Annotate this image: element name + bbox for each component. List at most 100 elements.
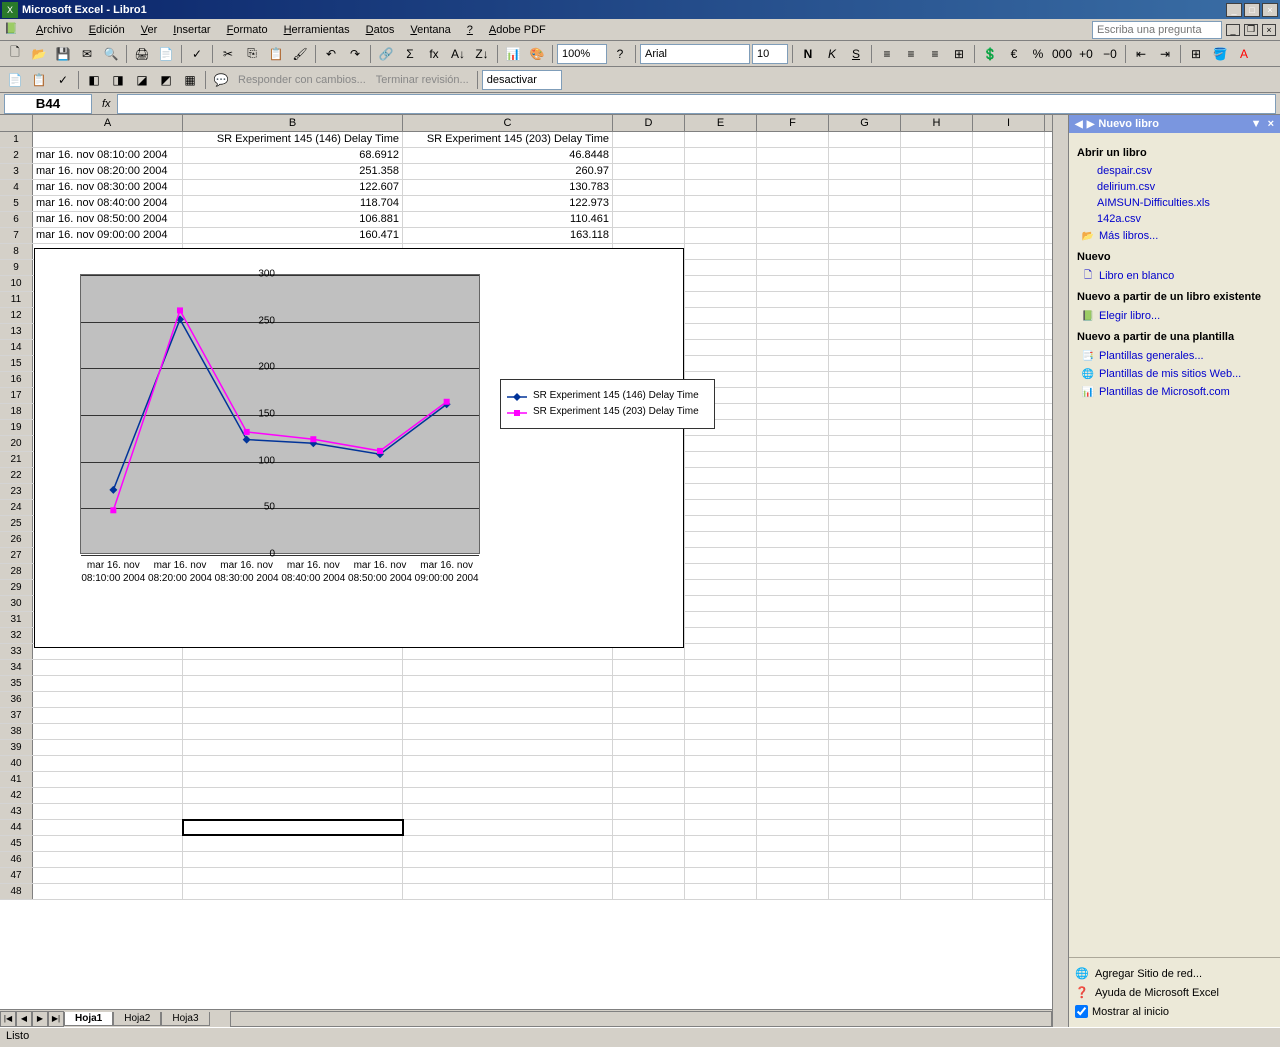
tp-recent-file[interactable]: 142a.csv (1077, 211, 1272, 227)
cell[interactable]: mar 16. nov 08:10:00 2004 (33, 148, 183, 163)
cell[interactable] (183, 852, 403, 867)
cell[interactable] (757, 420, 829, 435)
cell[interactable]: 160.471 (183, 228, 403, 243)
cell[interactable] (973, 788, 1045, 803)
cell[interactable] (183, 708, 403, 723)
align-right-icon[interactable]: ≡ (924, 43, 946, 65)
cell[interactable]: 163.118 (403, 228, 613, 243)
action-combo[interactable] (482, 70, 562, 90)
cell[interactable] (757, 244, 829, 259)
cell[interactable] (829, 676, 901, 691)
cell[interactable] (901, 820, 973, 835)
cell[interactable] (613, 692, 685, 707)
cell[interactable] (757, 276, 829, 291)
cell[interactable] (973, 644, 1045, 659)
row-header[interactable]: 33 (0, 644, 33, 659)
menu-herramientas[interactable]: Herramientas (276, 22, 358, 38)
cell[interactable] (685, 500, 757, 515)
row-header[interactable]: 47 (0, 868, 33, 883)
tp-add-network[interactable]: 🌐Agregar Sitio de red... (1075, 964, 1274, 983)
cell[interactable] (829, 148, 901, 163)
cell[interactable] (901, 148, 973, 163)
cell[interactable] (685, 596, 757, 611)
col-header-D[interactable]: D (613, 115, 685, 131)
cell[interactable] (403, 868, 613, 883)
copy-icon[interactable]: ⎘ (241, 43, 263, 65)
cell[interactable] (757, 340, 829, 355)
cell[interactable] (183, 836, 403, 851)
cell[interactable] (403, 788, 613, 803)
cell[interactable] (829, 820, 901, 835)
cell[interactable] (757, 356, 829, 371)
row-header[interactable]: 13 (0, 324, 33, 339)
cell[interactable] (829, 612, 901, 627)
tb2-icon-4[interactable]: ◧ (83, 69, 105, 91)
font-combo[interactable] (640, 44, 750, 64)
row-header[interactable]: 6 (0, 212, 33, 227)
cell[interactable] (973, 564, 1045, 579)
cell[interactable] (973, 612, 1045, 627)
row-header[interactable]: 15 (0, 356, 33, 371)
cell[interactable] (685, 852, 757, 867)
cell[interactable] (757, 548, 829, 563)
row-header[interactable]: 5 (0, 196, 33, 211)
row-header[interactable]: 46 (0, 852, 33, 867)
cell[interactable] (183, 772, 403, 787)
cell[interactable]: SR Experiment 145 (203) Delay Time (403, 132, 613, 147)
cell[interactable] (183, 756, 403, 771)
cell[interactable] (901, 292, 973, 307)
row-header[interactable]: 20 (0, 436, 33, 451)
cell[interactable] (973, 228, 1045, 243)
row-header[interactable]: 10 (0, 276, 33, 291)
paste-icon[interactable]: 📋 (265, 43, 287, 65)
cell[interactable]: 118.704 (183, 196, 403, 211)
cell[interactable] (757, 132, 829, 147)
row-header[interactable]: 34 (0, 660, 33, 675)
sheet-tab-hoja1[interactable]: Hoja1 (64, 1012, 113, 1026)
cell[interactable] (829, 452, 901, 467)
row-header[interactable]: 3 (0, 164, 33, 179)
fill-color-icon[interactable]: 🪣 (1209, 43, 1231, 65)
cell[interactable] (685, 548, 757, 563)
cell[interactable] (973, 468, 1045, 483)
cell[interactable] (685, 884, 757, 899)
row-header[interactable]: 43 (0, 804, 33, 819)
cell[interactable] (829, 484, 901, 499)
cell[interactable] (901, 868, 973, 883)
workbook-icon[interactable]: 📗 (4, 22, 20, 38)
cell[interactable] (183, 820, 403, 835)
cell[interactable] (973, 292, 1045, 307)
cell[interactable] (829, 740, 901, 755)
cell[interactable] (33, 708, 183, 723)
cell[interactable] (973, 676, 1045, 691)
cell[interactable] (973, 388, 1045, 403)
row-header[interactable]: 26 (0, 532, 33, 547)
tab-next-icon[interactable]: ▶ (32, 1011, 48, 1027)
cell[interactable] (829, 356, 901, 371)
tp-recent-file[interactable]: delirium.csv (1077, 179, 1272, 195)
cell[interactable] (973, 884, 1045, 899)
cell[interactable] (829, 292, 901, 307)
cell[interactable] (685, 308, 757, 323)
cell[interactable] (901, 388, 973, 403)
cell[interactable] (33, 868, 183, 883)
cell[interactable] (829, 756, 901, 771)
cell[interactable] (613, 836, 685, 851)
cell[interactable] (973, 772, 1045, 787)
tb2-icon-2[interactable]: 📋 (28, 69, 50, 91)
cell[interactable] (973, 756, 1045, 771)
cell[interactable]: 130.783 (403, 180, 613, 195)
tp-show-startup[interactable]: Mostrar al inicio (1075, 1002, 1274, 1021)
cell[interactable] (685, 756, 757, 771)
cell[interactable] (685, 660, 757, 675)
cell[interactable] (829, 692, 901, 707)
cell[interactable] (757, 820, 829, 835)
cell[interactable] (757, 452, 829, 467)
cell[interactable] (901, 164, 973, 179)
cell[interactable] (403, 820, 613, 835)
cell[interactable] (973, 180, 1045, 195)
cell[interactable] (973, 404, 1045, 419)
cell[interactable] (613, 820, 685, 835)
cell[interactable] (973, 692, 1045, 707)
cell[interactable] (829, 420, 901, 435)
